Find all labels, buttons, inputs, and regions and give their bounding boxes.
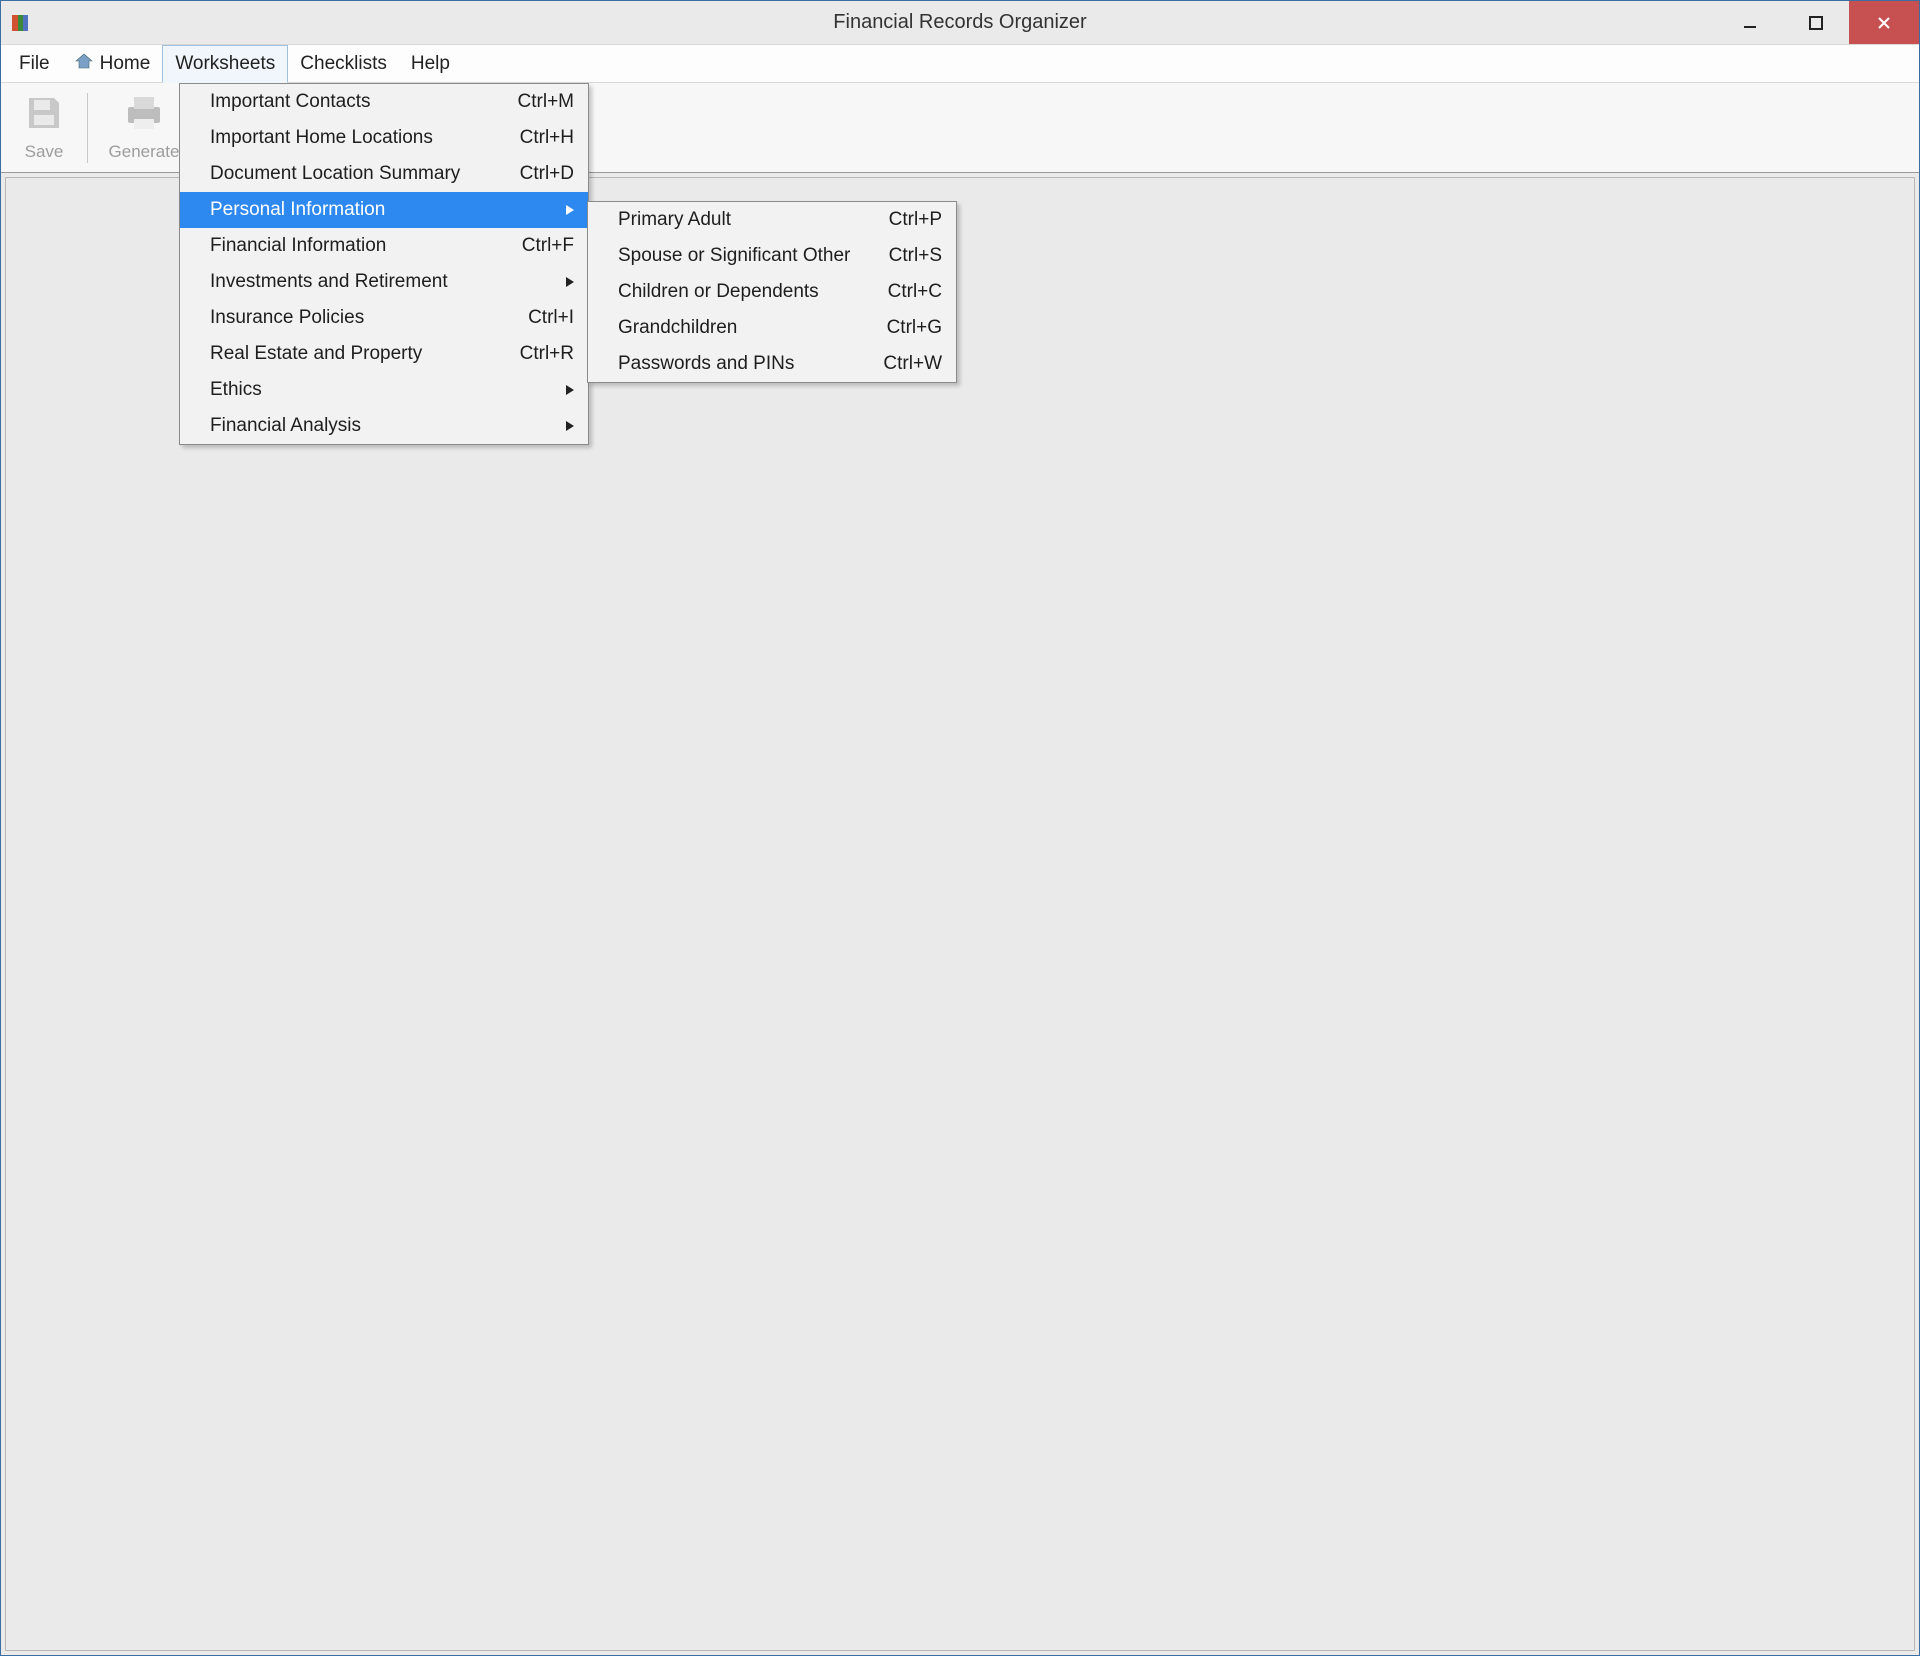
- menu-item-financial-analysis[interactable]: Financial Analysis: [180, 408, 588, 444]
- submenu-item-shortcut: Ctrl+C: [888, 281, 942, 303]
- submenu-arrow-icon: [564, 421, 574, 431]
- menu-checklists[interactable]: Checklists: [288, 45, 399, 82]
- menu-item-label: Important Contacts: [210, 91, 498, 113]
- submenu-item-grandchildren[interactable]: Grandchildren Ctrl+G: [588, 310, 956, 346]
- submenu-arrow-icon: [564, 205, 574, 215]
- menu-item-label: Insurance Policies: [210, 307, 508, 329]
- menu-file[interactable]: File: [7, 45, 62, 82]
- menu-item-document-location-summary[interactable]: Document Location Summary Ctrl+D: [180, 156, 588, 192]
- menu-help[interactable]: Help: [399, 45, 462, 82]
- submenu-arrow-icon: [564, 277, 574, 287]
- app-window: Financial Records Organizer File Home Wo…: [0, 0, 1920, 1656]
- title-bar: Financial Records Organizer: [1, 1, 1919, 45]
- menu-item-important-contacts[interactable]: Important Contacts Ctrl+M: [180, 84, 588, 120]
- close-button[interactable]: [1849, 1, 1919, 44]
- menu-item-ethics[interactable]: Ethics: [180, 372, 588, 408]
- submenu-item-shortcut: Ctrl+G: [887, 317, 942, 339]
- submenu-item-spouse[interactable]: Spouse or Significant Other Ctrl+S: [588, 238, 956, 274]
- menu-item-shortcut: Ctrl+H: [520, 127, 574, 149]
- menu-home-label: Home: [100, 53, 151, 75]
- menu-item-label: Ethics: [210, 379, 552, 401]
- menu-item-label: Personal Information: [210, 199, 552, 221]
- generate-label: Generate: [109, 142, 180, 162]
- menu-item-shortcut: Ctrl+I: [528, 307, 574, 329]
- submenu-item-passwords-pins[interactable]: Passwords and PINs Ctrl+W: [588, 346, 956, 382]
- menu-item-label: Financial Analysis: [210, 415, 552, 437]
- window-controls: [1717, 1, 1919, 44]
- menu-item-personal-information[interactable]: Personal Information: [180, 192, 588, 228]
- toolbar-separator: [87, 93, 88, 163]
- submenu-item-shortcut: Ctrl+P: [889, 209, 942, 231]
- menu-item-important-home-locations[interactable]: Important Home Locations Ctrl+H: [180, 120, 588, 156]
- menu-item-real-estate-property[interactable]: Real Estate and Property Ctrl+R: [180, 336, 588, 372]
- menu-item-label: Document Location Summary: [210, 163, 500, 185]
- menu-bar: File Home Worksheets Checklists Help: [1, 45, 1919, 83]
- submenu-item-children[interactable]: Children or Dependents Ctrl+C: [588, 274, 956, 310]
- home-icon: [74, 51, 94, 77]
- minimize-button[interactable]: [1717, 1, 1783, 44]
- printer-icon: [122, 93, 166, 138]
- save-label: Save: [25, 142, 64, 162]
- submenu-item-label: Passwords and PINs: [618, 353, 863, 375]
- submenu-item-label: Spouse or Significant Other: [618, 245, 869, 267]
- menu-help-label: Help: [411, 53, 450, 75]
- save-button[interactable]: Save: [9, 88, 79, 168]
- maximize-button[interactable]: [1783, 1, 1849, 44]
- worksheets-dropdown: Important Contacts Ctrl+M Important Home…: [179, 83, 589, 445]
- submenu-item-shortcut: Ctrl+W: [883, 353, 942, 375]
- personal-information-submenu: Primary Adult Ctrl+P Spouse or Significa…: [587, 201, 957, 383]
- menu-file-label: File: [19, 53, 50, 75]
- window-title: Financial Records Organizer: [1, 11, 1919, 34]
- menu-item-label: Real Estate and Property: [210, 343, 500, 365]
- menu-item-shortcut: Ctrl+R: [520, 343, 574, 365]
- menu-item-insurance-policies[interactable]: Insurance Policies Ctrl+I: [180, 300, 588, 336]
- menu-item-label: Investments and Retirement: [210, 271, 552, 293]
- submenu-item-label: Children or Dependents: [618, 281, 868, 303]
- submenu-item-label: Grandchildren: [618, 317, 867, 339]
- save-icon: [24, 93, 64, 138]
- submenu-arrow-icon: [564, 385, 574, 395]
- menu-item-label: Important Home Locations: [210, 127, 500, 149]
- menu-item-shortcut: Ctrl+D: [520, 163, 574, 185]
- submenu-item-primary-adult[interactable]: Primary Adult Ctrl+P: [588, 202, 956, 238]
- generate-button[interactable]: Generate: [96, 88, 192, 168]
- menu-item-financial-information[interactable]: Financial Information Ctrl+F: [180, 228, 588, 264]
- menu-worksheets[interactable]: Worksheets: [162, 45, 288, 83]
- menu-home[interactable]: Home: [62, 45, 163, 82]
- menu-worksheets-label: Worksheets: [175, 53, 275, 75]
- menu-checklists-label: Checklists: [300, 53, 387, 75]
- app-icon: [9, 12, 31, 34]
- menu-item-shortcut: Ctrl+F: [522, 235, 574, 257]
- menu-item-label: Financial Information: [210, 235, 502, 257]
- menu-item-shortcut: Ctrl+M: [518, 91, 574, 113]
- menu-item-investments-retirement[interactable]: Investments and Retirement: [180, 264, 588, 300]
- submenu-item-shortcut: Ctrl+S: [889, 245, 942, 267]
- submenu-item-label: Primary Adult: [618, 209, 869, 231]
